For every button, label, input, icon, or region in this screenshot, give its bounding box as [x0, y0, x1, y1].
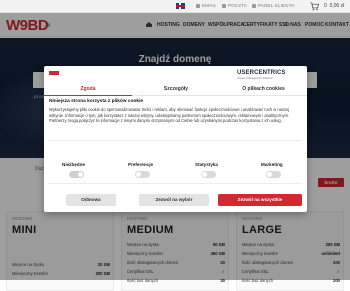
mail-icon [222, 3, 226, 8]
marketing-toggle[interactable] [266, 171, 281, 178]
tab-about-cookies[interactable]: O plikach cookies [220, 85, 307, 96]
envelope-icon [196, 3, 200, 8]
usercentrics-logo: USERCENTRICS [237, 70, 286, 76]
cart-count: 0 [324, 3, 327, 9]
email-label: EMAIL [202, 3, 217, 8]
cookie-consent-dialog: USERCENTRICS Consent Management Platform… [44, 66, 307, 212]
cart-total: 0,00 zł [329, 3, 345, 9]
email-link[interactable]: EMAIL [196, 3, 217, 8]
mail-label: POCZTA [228, 3, 248, 8]
cart-summary[interactable]: 0 0,00 zł [324, 3, 344, 9]
necessary-toggle[interactable] [69, 171, 84, 178]
cart-icon[interactable] [310, 2, 319, 11]
consent-heading: Niniejsza strona korzysta z plików cooki… [49, 99, 144, 104]
tab-details[interactable]: Szczegóły [132, 85, 220, 96]
deny-button[interactable]: Odmowa [66, 194, 116, 206]
usercentrics-tagline: Consent Management Platform [237, 77, 273, 80]
allow-selection-button[interactable]: Zezwól na wybór [139, 194, 209, 206]
allow-all-button[interactable]: Zezwól na wszystkie [218, 194, 302, 206]
statistics-toggle[interactable] [201, 171, 216, 178]
consent-tabs: Zgoda Szczegóły O plikach cookies [44, 85, 307, 96]
mail-link[interactable]: POCZTA [222, 3, 247, 8]
divider [49, 140, 302, 141]
category-necessary-label: Niezbędne [62, 162, 85, 167]
category-statistics-label: Statystyka [195, 162, 218, 167]
tab-consent[interactable]: Zgoda [44, 85, 132, 96]
user-icon [252, 3, 256, 8]
client-panel-link[interactable]: PANEL KLIENTA [252, 3, 295, 8]
preferences-toggle[interactable] [135, 171, 150, 178]
top-utility-bar: EMAIL POCZTA PANEL KLIENTA 0 0,00 zł [0, 0, 350, 13]
divider [49, 183, 302, 184]
uk-flag-icon[interactable] [176, 3, 185, 9]
client-panel-label: PANEL KLIENTA [258, 3, 295, 8]
category-preferences-label: Preferencje [128, 162, 154, 167]
consent-body-text: Wykorzystujemy pliki cookie do spersonal… [49, 107, 290, 124]
category-marketing-label: Marketing [261, 162, 283, 167]
site-logo-mini-icon [49, 71, 59, 75]
